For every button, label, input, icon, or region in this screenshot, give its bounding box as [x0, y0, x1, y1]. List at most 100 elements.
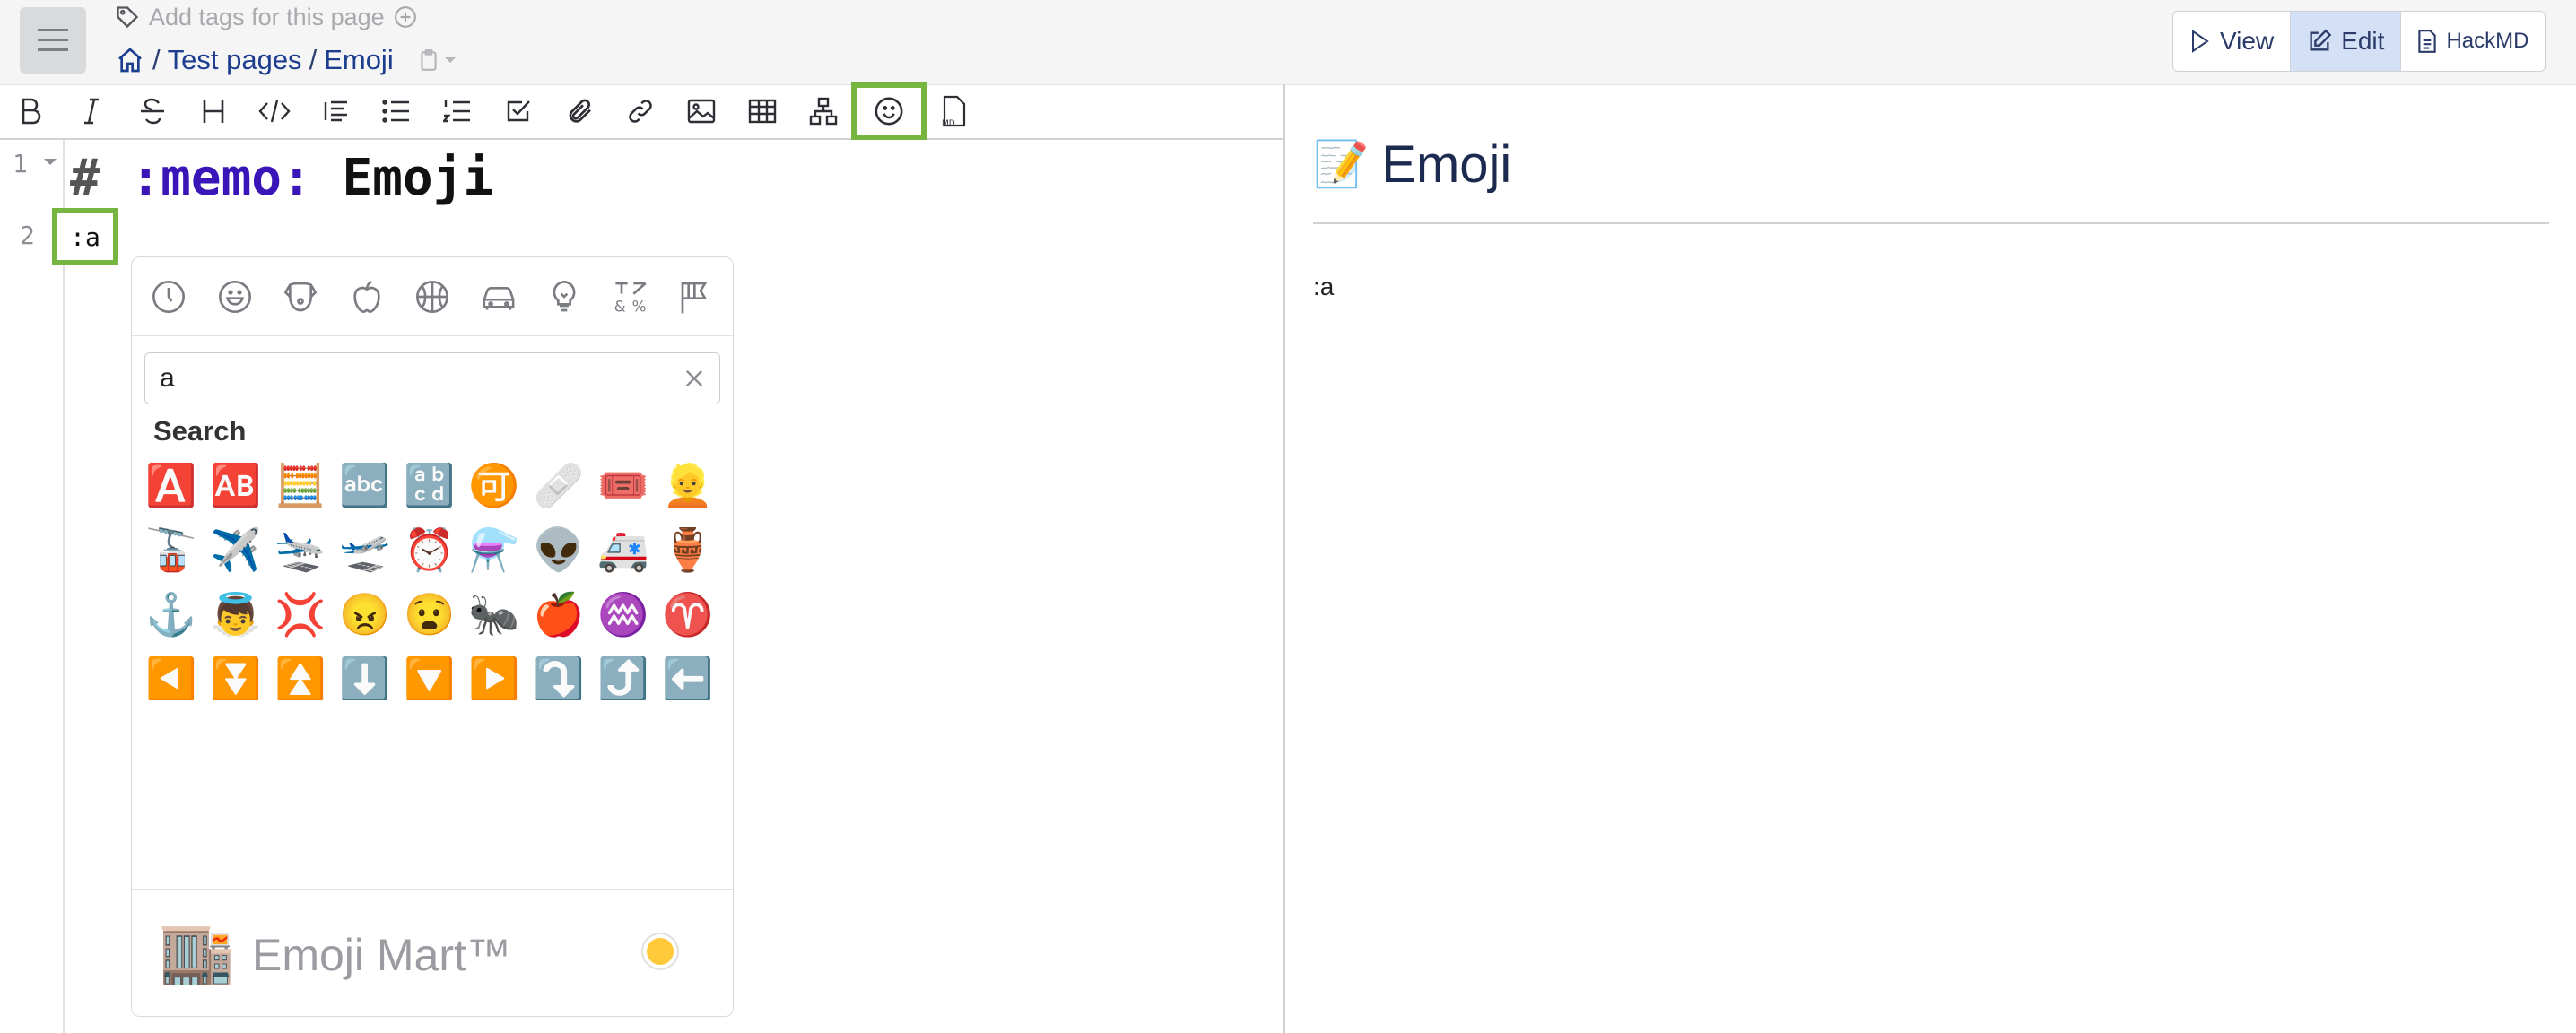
heading-icon: [203, 100, 224, 123]
emoji-result[interactable]: 😠: [333, 582, 397, 647]
menu-button[interactable]: [20, 7, 86, 74]
emoji-result[interactable]: ⬅️: [656, 647, 718, 701]
emoji-result[interactable]: ⏬: [204, 647, 268, 701]
strikethrough-button[interactable]: [122, 85, 183, 137]
emoji-result[interactable]: 🆎: [204, 453, 268, 517]
link-button[interactable]: [610, 85, 671, 137]
emoji-result[interactable]: 👽: [527, 517, 591, 582]
skin-tone-selector[interactable]: [647, 938, 674, 965]
image-button[interactable]: [671, 85, 732, 137]
emoji-result[interactable]: ⚓: [139, 582, 204, 647]
emoji-result[interactable]: 🔡: [397, 453, 462, 517]
emoji-result[interactable]: ♈: [656, 582, 718, 647]
emoji-result[interactable]: 🛬: [268, 517, 333, 582]
view-button[interactable]: View: [2173, 12, 2292, 71]
category-travel[interactable]: [474, 273, 523, 321]
close-icon[interactable]: [682, 366, 707, 391]
add-tags-text[interactable]: Add tags for this page: [149, 4, 385, 31]
emoji-result[interactable]: 🩹: [527, 453, 591, 517]
emoji-result[interactable]: 🅰️: [139, 453, 204, 517]
numbered-list-button[interactable]: [427, 85, 488, 137]
emoji-result[interactable]: ⚗️: [462, 517, 527, 582]
checkbox-icon: [507, 100, 530, 122]
editor-line-1[interactable]: # :memo: Emoji: [70, 149, 493, 207]
hamburger-icon: [38, 29, 68, 51]
diagram-button[interactable]: [793, 85, 854, 137]
category-flags[interactable]: [672, 273, 720, 321]
emoji-result[interactable]: 🐜: [462, 582, 527, 647]
breadcrumb-test-pages[interactable]: Test pages: [168, 44, 302, 76]
italic-button[interactable]: [61, 85, 122, 137]
lightbulb-icon: [553, 280, 576, 311]
top-bar: Add tags for this page / Test pages / Em…: [0, 0, 2576, 85]
emoji-result[interactable]: ✈️: [204, 517, 268, 582]
paperclip-icon: [569, 99, 591, 123]
category-activity[interactable]: [408, 273, 457, 321]
emoji-result[interactable]: 😧: [397, 582, 462, 647]
preview-heading-text: Emoji: [1381, 135, 1512, 194]
bullet-list-button[interactable]: [366, 85, 427, 137]
link-icon: [629, 100, 652, 123]
emoji-result[interactable]: 💢: [268, 582, 333, 647]
emoji-result[interactable]: ◀️: [139, 647, 204, 701]
category-recent[interactable]: [144, 273, 193, 321]
home-icon[interactable]: [115, 46, 145, 74]
tags-row[interactable]: Add tags for this page: [115, 2, 417, 32]
numbered-list-icon: [443, 100, 470, 123]
breadcrumb-separator: /: [152, 44, 161, 75]
emoji-result[interactable]: 👱: [656, 453, 718, 517]
category-symbols[interactable]: &%: [606, 273, 655, 321]
template-button[interactable]: MD: [924, 85, 985, 137]
car-icon: [483, 286, 514, 310]
category-animals[interactable]: [276, 273, 325, 321]
emoji-result[interactable]: ▶️: [462, 647, 527, 701]
preview-heading: 📝 Emoji: [1313, 135, 1511, 195]
editor-line-2[interactable]: :a: [52, 208, 118, 265]
fold-caret-icon[interactable]: [43, 158, 57, 167]
checklist-button[interactable]: [488, 85, 549, 137]
svg-text:&: &: [614, 298, 625, 314]
emoji-result[interactable]: 🍎: [527, 582, 591, 647]
breadcrumb-emoji[interactable]: Emoji: [324, 44, 394, 76]
markdown-file-icon: MD: [942, 95, 966, 127]
emoji-result[interactable]: 🔤: [333, 453, 397, 517]
emoji-mart-title: Emoji Mart™: [252, 930, 511, 980]
table-button[interactable]: [732, 85, 793, 137]
plus-circle-icon[interactable]: [394, 5, 417, 29]
emoji-result[interactable]: ⬇️: [333, 647, 397, 701]
bold-button[interactable]: [0, 85, 61, 137]
emoji-result[interactable]: ⏫: [268, 647, 333, 701]
emoji-result[interactable]: 🚡: [139, 517, 204, 582]
emoji-result[interactable]: 👼: [204, 582, 268, 647]
emoji-results-grid: 🅰️ 🆎 🧮 🔤 🔡 🉑 🩹 🎟️ 👱 🚡 ✈️ 🛬 🛫 ⏰ ⚗️ 👽 🚑 🏺 ⚓ 👼 💢 😠 😧 🐜 🍎 ♒ ♈ ◀️ ⏬ ⏫ ⬇️ 🔽 ▶️…: [139, 453, 727, 701]
emoji-result[interactable]: ⤵️: [527, 647, 591, 701]
emoji-result[interactable]: 🏺: [656, 517, 718, 582]
emoji-search-input[interactable]: a: [144, 352, 720, 404]
category-objects[interactable]: [540, 273, 588, 321]
hackmd-button[interactable]: HackMD: [2401, 12, 2545, 71]
emoji-result[interactable]: ⏰: [397, 517, 462, 582]
emoji-result[interactable]: 🚑: [591, 517, 656, 582]
copy-path-dropdown[interactable]: [417, 48, 457, 73]
code-icon: [258, 100, 291, 123]
code-button[interactable]: [244, 85, 305, 137]
category-smileys[interactable]: [211, 273, 259, 321]
emoji-result[interactable]: 🧮: [268, 453, 333, 517]
attachment-button[interactable]: [549, 85, 610, 137]
emoji-result[interactable]: ♒: [591, 582, 656, 647]
emoji-result[interactable]: 🉑: [462, 453, 527, 517]
category-food[interactable]: [343, 273, 391, 321]
emoji-picker: &% a Search 🅰️ 🆎 🧮 🔤 🔡 🉑 🩹 🎟️ 👱 🚡 ✈️ 🛬 🛫 ⏰ ⚗️ 👽 🚑 🏺 ⚓ 👼 💢 😠 😧 🐜…: [131, 256, 734, 1017]
heading-button[interactable]: [183, 85, 244, 137]
emoji-result[interactable]: 🎟️: [591, 453, 656, 517]
emoji-result[interactable]: 🔽: [397, 647, 462, 701]
emoji-picker-footer: 🏬 Emoji Mart™: [132, 889, 733, 1016]
memo-emoji: 📝: [1313, 139, 1370, 189]
pane-divider[interactable]: [1283, 84, 1285, 1033]
blockquote-button[interactable]: [305, 85, 366, 137]
emoji-button[interactable]: [851, 82, 927, 140]
emoji-result[interactable]: 🛫: [333, 517, 397, 582]
emoji-result[interactable]: ⤴️: [591, 647, 656, 701]
edit-button-label: Edit: [2341, 27, 2385, 55]
edit-button[interactable]: Edit: [2291, 12, 2402, 71]
